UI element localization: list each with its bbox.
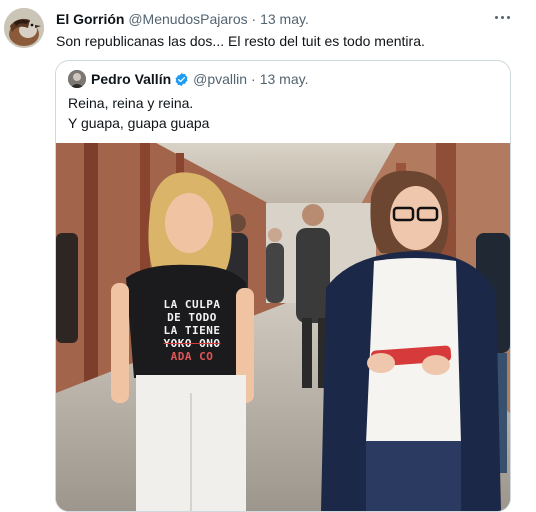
- shirt-line-2: DE TODO: [167, 311, 217, 324]
- sparrow-avatar-icon: [4, 8, 44, 48]
- person-avatar-icon: [68, 70, 86, 88]
- shirt-line-3: LA TIENE: [163, 324, 221, 337]
- shirt-line-5: ADA CO: [170, 350, 214, 363]
- quoted-author-name[interactable]: Pedro Vallín: [91, 70, 171, 88]
- quoted-text-line-1: Reina, reina y reina.: [68, 95, 194, 111]
- author-avatar[interactable]: [4, 8, 44, 48]
- header-separator: ·: [251, 11, 257, 27]
- photo-illustration: [56, 143, 510, 511]
- quoted-header: Pedro Vallín @pvallin · 13 may.: [68, 70, 308, 88]
- shirt-slogan: LA CULPA DE TODO LA TIENE YOKO ONO ADA C…: [142, 298, 242, 363]
- shirt-line-4: YOKO ONO: [163, 337, 221, 350]
- shirt-line-1: LA CULPA: [163, 298, 221, 311]
- quoted-text-line-2: Y guapa, guapa guapa: [68, 115, 210, 131]
- tweet[interactable]: El Gorrión @MenudosPajaros · 13 may. Son…: [0, 0, 536, 512]
- quoted-author-handle[interactable]: @pvallin: [193, 70, 247, 88]
- tweet-date[interactable]: 13 may.: [260, 11, 309, 27]
- quoted-author-avatar[interactable]: [68, 70, 86, 88]
- quoted-tweet[interactable]: Pedro Vallín @pvallin · 13 may. Reina, r…: [55, 60, 511, 512]
- tweet-header: El Gorrión @MenudosPajaros · 13 may.: [56, 10, 309, 28]
- author-name[interactable]: El Gorrión: [56, 11, 124, 27]
- author-handle[interactable]: @MenudosPajaros: [128, 11, 247, 27]
- quoted-text: Reina, reina y reina. Y guapa, guapa gua…: [68, 93, 209, 133]
- more-options-icon[interactable]: [491, 8, 513, 26]
- quoted-date[interactable]: 13 may.: [260, 70, 309, 88]
- quoted-photo[interactable]: LA CULPA DE TODO LA TIENE YOKO ONO ADA C…: [56, 143, 510, 511]
- verified-badge-icon: [175, 72, 188, 86]
- quoted-separator: ·: [251, 71, 256, 87]
- tweet-text: Son republicanas las dos... El resto del…: [56, 33, 425, 49]
